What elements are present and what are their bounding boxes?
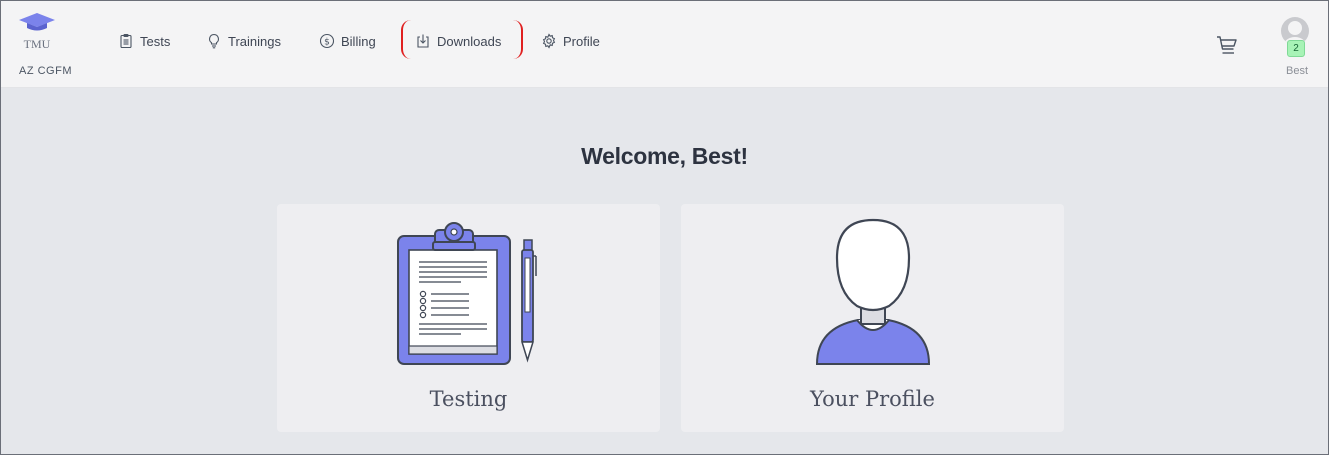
svg-text:$: $ <box>324 37 330 47</box>
testing-card[interactable]: Testing <box>277 204 660 432</box>
gear-icon <box>542 33 556 49</box>
clipboard-icon <box>120 33 132 49</box>
profile-card[interactable]: Your Profile <box>681 204 1064 432</box>
nav-label: Tests <box>140 33 171 49</box>
org-name: AZ CGFM <box>19 65 72 77</box>
logo-text: TMU <box>23 37 51 51</box>
welcome-heading: Welcome, Best! <box>581 143 748 169</box>
nav-billing[interactable]: $ Billing <box>319 33 376 49</box>
download-icon <box>417 34 429 48</box>
cart-icon <box>1217 36 1237 54</box>
user-menu[interactable]: 2 Best <box>1279 15 1315 85</box>
person-illustration <box>815 218 931 365</box>
nav-label: Billing <box>341 33 376 49</box>
user-name: Best <box>1285 65 1308 77</box>
nav-label: Downloads <box>437 33 502 49</box>
nav-trainings[interactable]: Trainings <box>206 33 281 49</box>
nav-downloads[interactable]: Downloads <box>415 33 501 49</box>
brand-logo[interactable]: TMU AZ CGFM <box>17 11 79 79</box>
nav-label: Trainings <box>228 33 281 49</box>
app-window: TMU AZ CGFM Tests Trainings $ Billing Do… <box>0 0 1329 455</box>
graduation-cap-icon <box>19 13 55 31</box>
nav-label: Profile <box>563 33 600 49</box>
card-label: Your Profile <box>810 387 935 411</box>
notification-badge: 2 <box>1287 40 1305 57</box>
card-label: Testing <box>429 387 508 411</box>
top-nav-bar: TMU AZ CGFM Tests Trainings $ Billing Do… <box>1 1 1328 88</box>
lightbulb-icon <box>209 33 219 49</box>
clipboard-illustration <box>397 222 537 365</box>
cart-button[interactable] <box>1215 34 1237 56</box>
dollar-icon: $ <box>319 33 335 49</box>
nav-profile[interactable]: Profile <box>541 33 600 49</box>
nav-tests[interactable]: Tests <box>118 33 170 49</box>
